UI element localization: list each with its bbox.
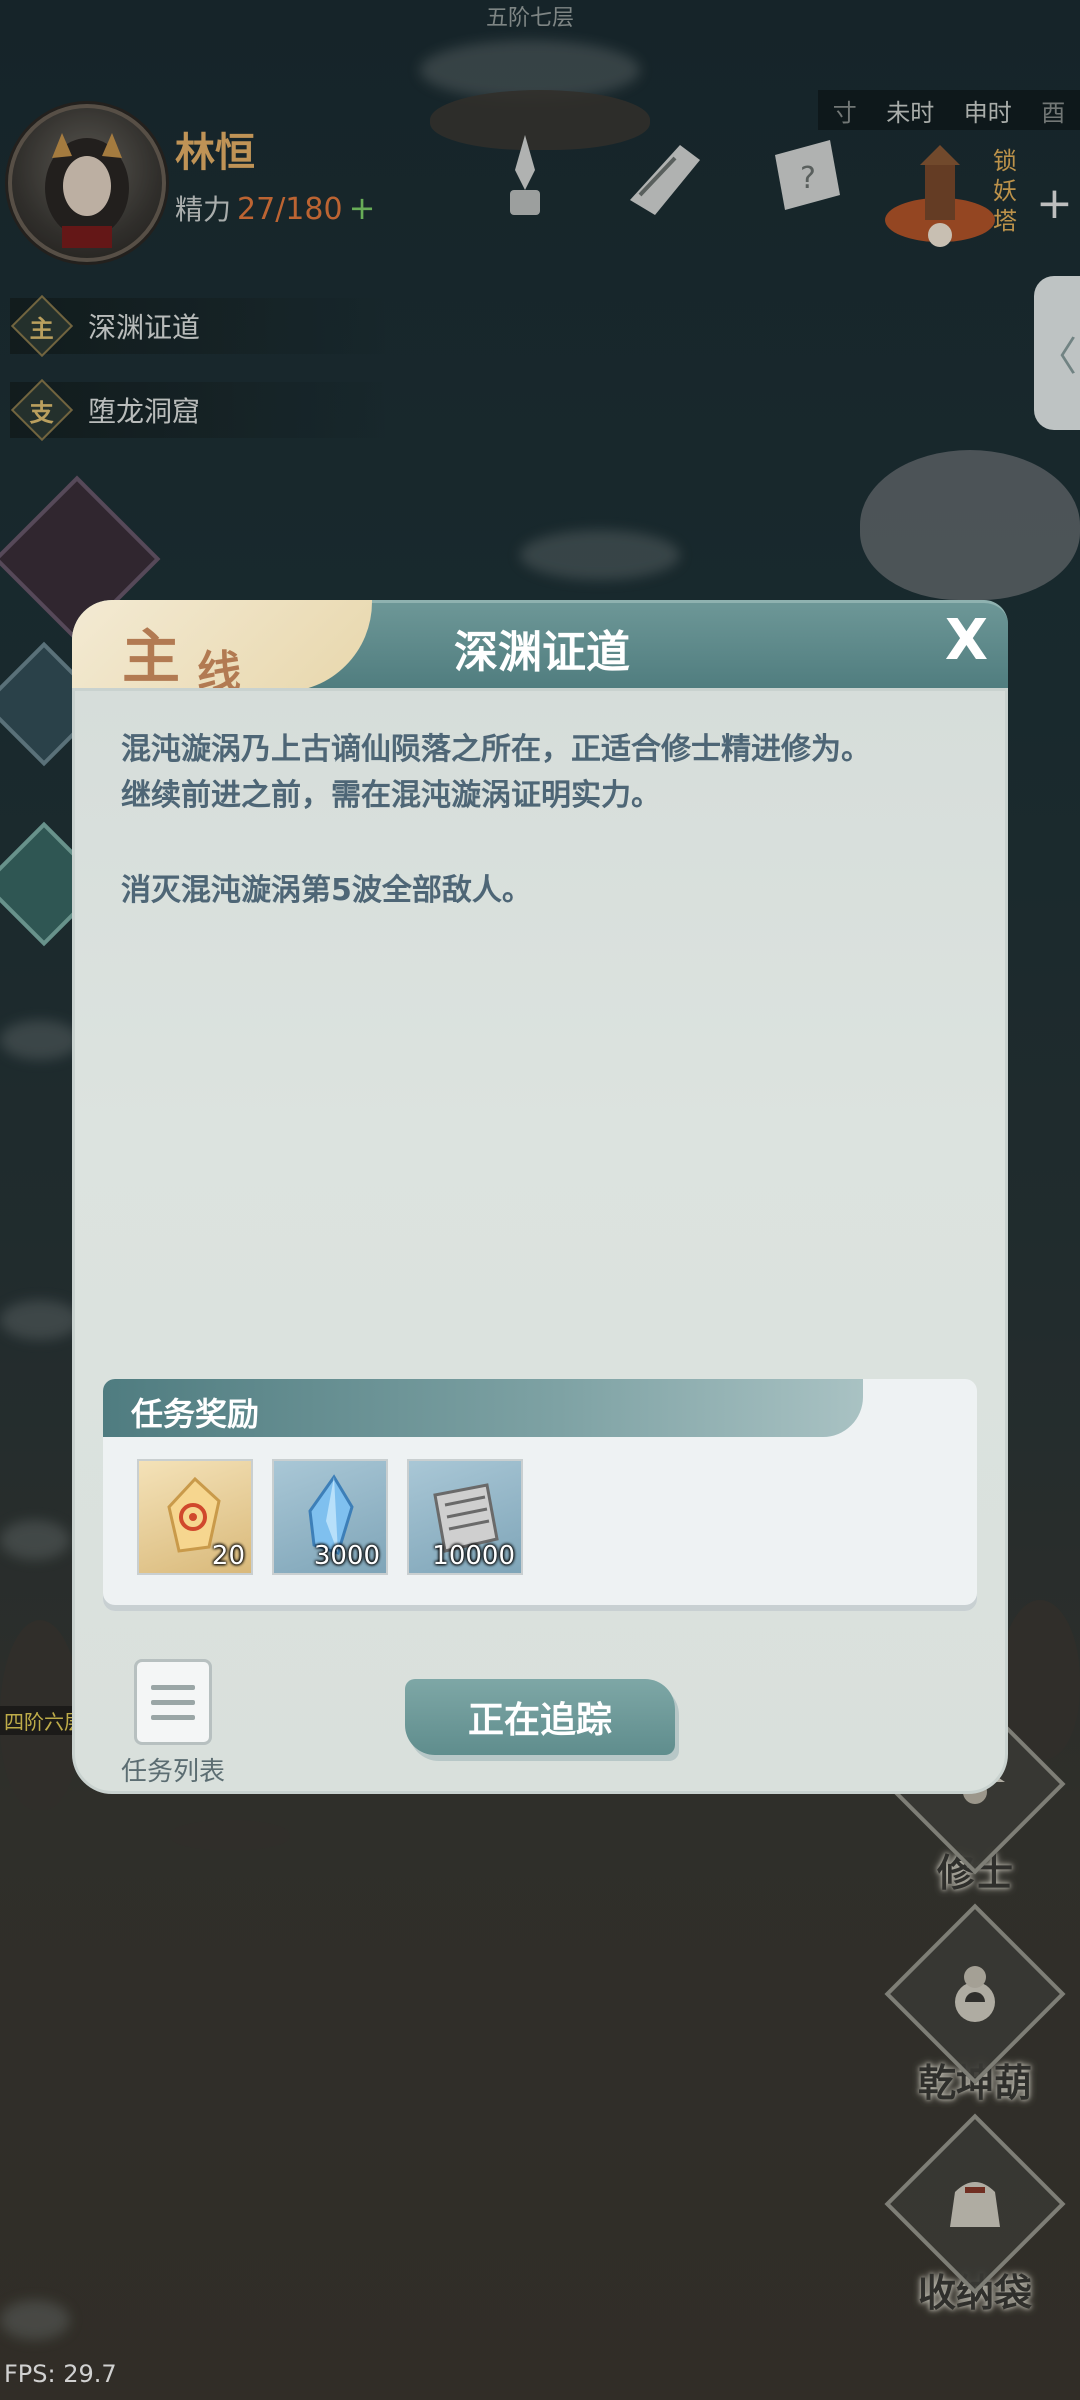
reward-panel: 任务奖励 20 3000 10000 — [103, 1379, 977, 1611]
reward-count: 10000 — [432, 1541, 515, 1571]
quest-objective: 消灭混沌漩涡第5波全部敌人。 — [121, 873, 532, 908]
reward-item-scroll[interactable]: 10000 — [407, 1459, 523, 1575]
quest-description-line-1: 混沌漩涡乃上古谪仙陨落之所在，正适合修士精进修为。 — [121, 732, 871, 767]
reward-count: 20 — [211, 1541, 245, 1571]
close-button[interactable]: X — [945, 608, 988, 673]
task-list-label: 任务列表 — [120, 1757, 225, 1787]
quest-description-line-2: 继续前进之前，需在混沌漩涡证明实力。 — [121, 778, 661, 813]
quest-description: 混沌漩涡乃上古谪仙陨落之所在，正适合修士精进修为。 继续前进之前，需在混沌漩涡证… — [121, 727, 981, 819]
reward-count: 3000 — [313, 1541, 380, 1571]
tracking-button[interactable]: 正在追踪 — [405, 1679, 675, 1755]
main-quest-tag: 主 线 — [72, 600, 372, 698]
quest-dialog: 主 线 深渊证道 X 混沌漩涡乃上古谪仙陨落之所在，正适合修士精进修为。 继续前… — [72, 600, 1008, 1794]
reward-title: 任务奖励 — [131, 1395, 260, 1433]
dialog-title: 深渊证道 — [454, 627, 630, 678]
reward-item-spirit-stone[interactable]: 3000 — [272, 1459, 388, 1575]
dialog-body: 混沌漩涡乃上古谪仙陨落之所在，正适合修士精进修为。 继续前进之前，需在混沌漩涡证… — [72, 688, 1008, 1794]
reward-item-talisman[interactable]: 20 — [137, 1459, 253, 1575]
reward-title-bar: 任务奖励 — [103, 1379, 863, 1437]
tag-main-char: 主 — [122, 623, 181, 691]
task-list-button[interactable]: 任务列表 — [113, 1659, 233, 1788]
task-list-icon — [134, 1659, 212, 1745]
